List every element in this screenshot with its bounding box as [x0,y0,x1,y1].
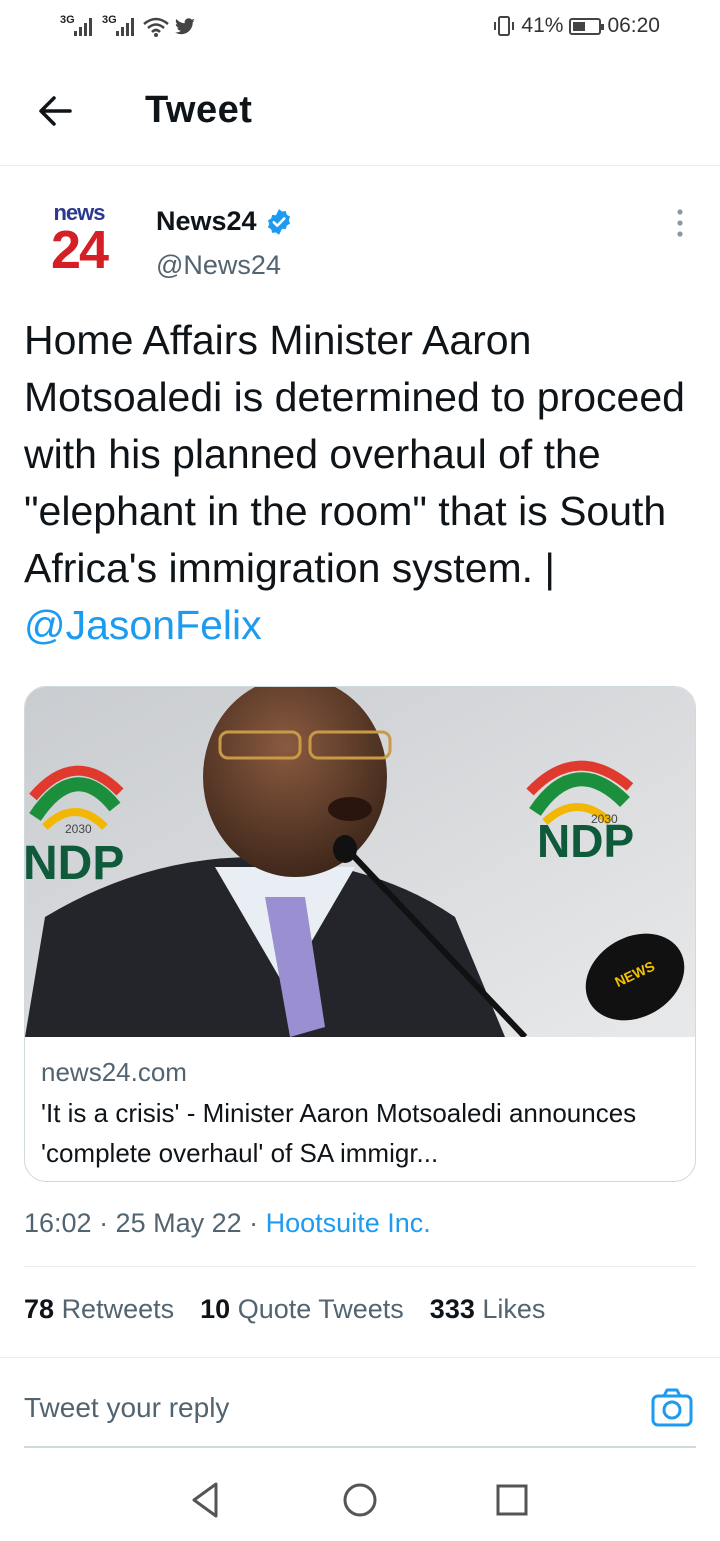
retweets-stat[interactable]: 78 Retweets [24,1294,174,1325]
article-photo: 2030 NDP 2030 NDP NEWS [25,687,695,1037]
divider [24,1266,696,1267]
more-options-icon[interactable] [668,206,692,240]
author-avatar[interactable]: news 24 [40,200,118,290]
quote-tweets-label: Quote Tweets [237,1294,404,1324]
verified-badge-icon [267,208,290,235]
tweet-timestamp: 16:02 · 25 May 22 · [24,1208,266,1238]
twitter-bird-icon [175,18,195,35]
status-bar: 3G 3G 41% 06:20 [0,0,720,56]
author-name[interactable]: News24 [156,206,257,237]
author-handle[interactable]: @News24 [156,250,281,281]
status-right: 41% 06:20 [493,14,660,38]
tweet-source-link[interactable]: Hootsuite Inc. [266,1208,431,1238]
signal-icon-2 [116,18,134,36]
nav-recents-icon[interactable] [490,1478,534,1522]
card-domain: news24.com [41,1057,187,1087]
signal-icon-1 [74,18,92,36]
likes-label: Likes [482,1294,546,1324]
photo-text-left: NDP [25,837,124,890]
wifi-icon [143,17,169,37]
author-name-row[interactable]: News24 [156,206,293,237]
tweet-timestamp-row: 16:02 · 25 May 22 · Hootsuite Inc. [24,1208,431,1239]
nav-back-icon[interactable] [184,1478,228,1522]
tweet-body: Home Affairs Minister Aaron Motsoaledi i… [24,317,685,591]
likes-count: 333 [429,1294,475,1324]
battery-percent: 41% [521,14,564,37]
top-app-bar: Tweet [0,56,720,166]
clock: 06:20 [607,14,660,37]
network-type-1: 3G [60,14,75,26]
reply-underline [24,1446,696,1448]
divider [0,1357,720,1358]
vibrate-icon [494,16,515,36]
camera-icon[interactable] [650,1386,694,1430]
quote-tweets-count: 10 [200,1294,231,1324]
nav-home-icon[interactable] [338,1478,382,1522]
battery-icon [569,17,605,35]
likes-stat[interactable]: 333 Likes [430,1294,546,1325]
reply-input[interactable]: Tweet your reply [24,1392,229,1424]
avatar-logo-bottom: 24 [50,220,109,280]
photo-text-right: NDP [537,815,634,867]
network-type-2: 3G [102,14,117,26]
tweet-text: Home Affairs Minister Aaron Motsoaledi i… [24,312,704,654]
retweets-label: Retweets [61,1294,175,1324]
page-title: Tweet [145,89,253,131]
mention-link[interactable]: @JasonFelix [24,602,262,648]
photo-year-left: 2030 [65,822,92,836]
quote-tweets-stat[interactable]: 10 Quote Tweets [200,1294,404,1325]
retweets-count: 78 [24,1294,55,1324]
back-arrow-icon[interactable] [32,86,82,136]
card-title: 'It is a crisis' - Minister Aaron Motsoa… [41,1098,637,1168]
link-preview-card[interactable]: 2030 NDP 2030 NDP NEWS news24.com 'It is… [24,686,696,1182]
engagement-stats: 78 Retweets 10 Quote Tweets 333 Likes [24,1294,545,1325]
